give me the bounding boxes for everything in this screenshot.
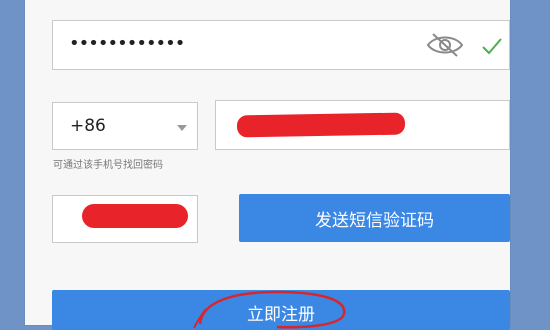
red-annotation-circle [193,290,346,329]
phone-redaction-mark [236,112,406,138]
country-code-select[interactable]: +86 [52,102,198,150]
dropdown-arrow-icon [177,125,187,131]
send-sms-code-button[interactable]: 发送短信验证码 [239,194,510,242]
phone-hint-text: 可通过该手机号找回密码 [53,160,163,171]
country-code-value: +86 [70,116,106,136]
registration-form: •••••••••••• +86 可通过该手机号找回密码 发送短信验证码 [25,0,510,325]
eye-slash-icon[interactable] [425,32,465,58]
code-redaction-mark [82,204,188,228]
check-icon [482,38,502,55]
password-value: •••••••••••• [69,33,185,54]
password-field[interactable]: •••••••••••• [52,20,510,70]
